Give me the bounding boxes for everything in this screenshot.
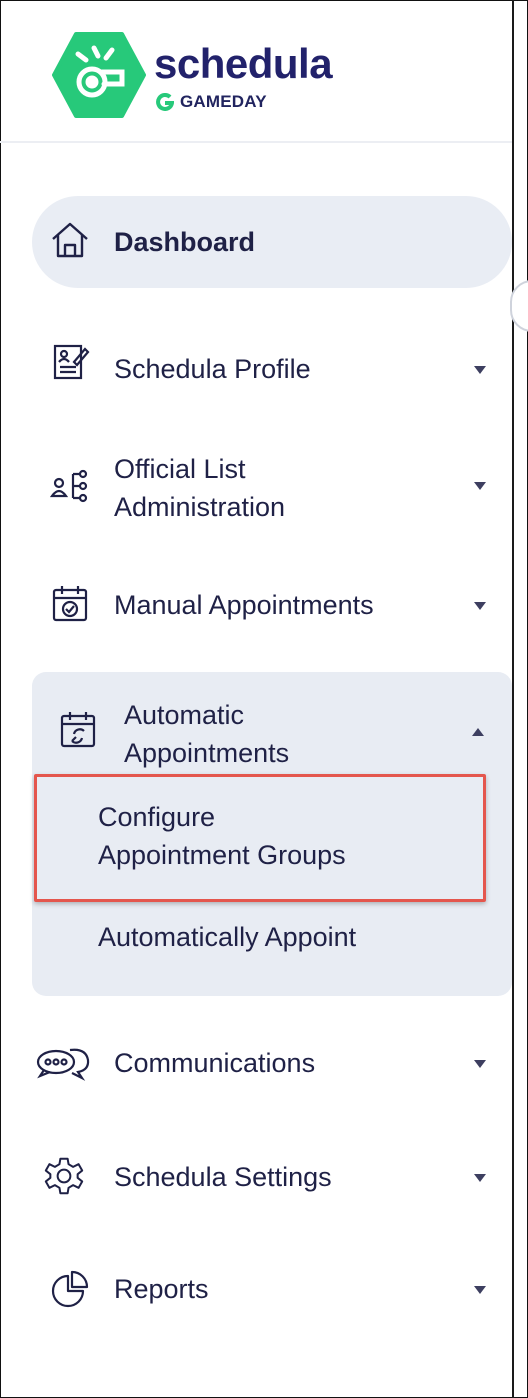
- org-tree-icon: [50, 466, 90, 506]
- nav-label-official-list-line2: Administration: [114, 492, 286, 522]
- pie-chart-icon: [50, 1268, 90, 1308]
- chevron-down-icon: [474, 366, 486, 374]
- nav-label-dashboard: Dashboard: [114, 227, 256, 257]
- nav-item-manual-appointments[interactable]: Manual Appointments: [32, 576, 512, 636]
- nav-label-manual-appointments: Manual Appointments: [114, 590, 374, 620]
- calendar-auto-icon: [58, 710, 98, 750]
- home-icon: [50, 220, 90, 260]
- nav-label-schedula-profile: Schedula Profile: [114, 354, 311, 384]
- chevron-down-icon: [474, 602, 486, 610]
- nav-label-reports: Reports: [114, 1274, 209, 1304]
- brand-subtitle: GAMEDAY: [156, 92, 267, 112]
- nav-item-dashboard[interactable]: Dashboard: [32, 196, 512, 288]
- nav-label-communications: Communications: [114, 1048, 316, 1078]
- calendar-check-icon: [50, 584, 90, 624]
- brand-name: schedula: [154, 40, 333, 87]
- gear-icon: [44, 1156, 84, 1196]
- nav-label-official-list-line1: Official List: [114, 454, 246, 484]
- brand-subtitle-text: GAMEDAY: [180, 92, 267, 111]
- chevron-down-icon: [474, 1174, 486, 1182]
- header-divider: [0, 141, 512, 143]
- gameday-g-icon: [156, 93, 174, 111]
- nav-label-automatic-line1: Automatic: [124, 700, 245, 730]
- chevron-up-icon: [472, 728, 484, 736]
- nav-item-communications[interactable]: Communications: [32, 1034, 512, 1094]
- chevron-down-icon: [474, 482, 486, 490]
- chat-bubbles-icon: [34, 1042, 94, 1082]
- highlight-annotation-box: [34, 774, 486, 902]
- nav-item-automatic-appointments[interactable]: Automatic Appointments: [32, 696, 512, 776]
- subnav-automatically-appoint[interactable]: Automatically Appoint: [98, 918, 356, 956]
- sidebar-divider: [512, 0, 514, 1398]
- nav-item-reports[interactable]: Reports: [32, 1260, 512, 1320]
- whistle-logo-icon: [52, 32, 146, 118]
- nav-label-schedula-settings: Schedula Settings: [114, 1162, 332, 1192]
- brand-logo[interactable]: schedula GAMEDAY: [52, 30, 492, 120]
- nav-item-schedula-profile[interactable]: Schedula Profile: [32, 340, 512, 400]
- chevron-down-icon: [474, 1060, 486, 1068]
- chevron-down-icon: [474, 1286, 486, 1294]
- nav-label-automatic-line2: Appointments: [124, 738, 290, 768]
- nav-item-official-list[interactable]: Official List Administration: [32, 450, 512, 526]
- nav-item-schedula-settings[interactable]: Schedula Settings: [32, 1148, 512, 1208]
- profile-form-icon: [50, 342, 90, 382]
